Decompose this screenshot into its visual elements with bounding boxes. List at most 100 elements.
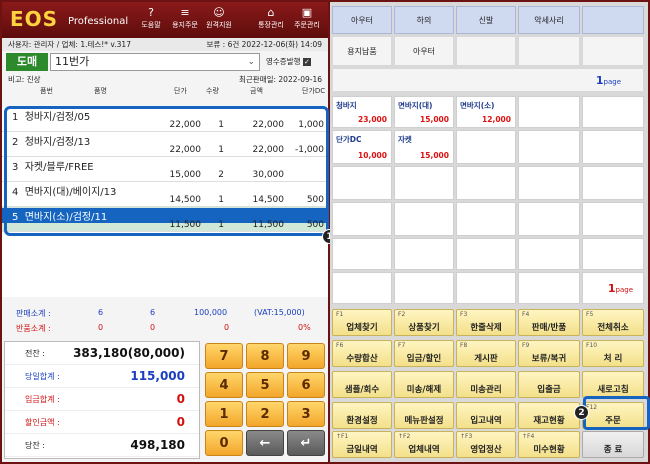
numpad-key-2[interactable]: 2: [246, 401, 284, 427]
function-key-17[interactable]: 메뉴판설정: [394, 402, 454, 429]
table-row-selected[interactable]: 5 면바지(소)/검정/11 11,500 1 11,500 500: [2, 207, 328, 232]
function-key-7[interactable]: F7 입금/할인: [394, 340, 454, 367]
product-cotton-pants-large[interactable]: 면바지(대) 15,000: [394, 96, 454, 128]
product-jeans[interactable]: 청바지 23,000: [332, 96, 392, 128]
category-empty-2[interactable]: [456, 36, 516, 66]
callout-badge-2: 2: [574, 405, 589, 420]
function-key-5[interactable]: F5 전체취소: [582, 309, 644, 336]
category-accessories[interactable]: 악세사리: [518, 6, 580, 34]
product-empty[interactable]: [518, 238, 580, 270]
product-pager[interactable]: 1page: [582, 272, 644, 304]
product-empty[interactable]: [332, 166, 392, 200]
product-empty[interactable]: [394, 202, 454, 236]
numpad-key-9[interactable]: 9: [287, 343, 325, 369]
product-empty[interactable]: [518, 202, 580, 236]
customer-select[interactable]: 11번가 ⌄: [50, 53, 260, 71]
item-qty: 1: [218, 145, 224, 155]
function-key-10[interactable]: F10 처 리: [582, 340, 644, 367]
function-key-8[interactable]: F8 게시판: [456, 340, 516, 367]
receipt-toggle[interactable]: 영수증발행 ✓: [266, 56, 311, 67]
product-empty[interactable]: [582, 166, 644, 200]
table-row[interactable]: 1 청바지/검정/05 22,000 1 22,000 1,000: [2, 107, 328, 132]
function-key-13[interactable]: 미송관리: [456, 371, 516, 398]
category-shoes[interactable]: 신발: [456, 6, 516, 34]
category-bottoms[interactable]: 하의: [394, 6, 454, 34]
product-empty[interactable]: [518, 272, 580, 304]
product-empty[interactable]: [332, 202, 392, 236]
numpad-key-8[interactable]: 8: [246, 343, 284, 369]
product-empty[interactable]: [394, 166, 454, 200]
category-pager[interactable]: 1page: [332, 68, 644, 92]
function-key-24[interactable]: ↑F4 미수현황: [518, 431, 580, 458]
bank-manage-button[interactable]: ⌂ 통장관리: [256, 6, 286, 30]
category-outer-2[interactable]: 아우터: [394, 36, 454, 66]
numpad-key-3[interactable]: 3: [287, 401, 325, 427]
product-empty[interactable]: [456, 130, 516, 164]
product-empty[interactable]: [582, 96, 644, 128]
function-key-16[interactable]: 환경설정: [332, 402, 392, 429]
numpad-key-4[interactable]: 4: [205, 372, 243, 398]
product-empty[interactable]: [518, 166, 580, 200]
sale-mode-button[interactable]: 도매: [6, 53, 48, 71]
item-list[interactable]: 1 청바지/검정/05 22,000 1 22,000 1,000 2 청바지/…: [2, 107, 328, 297]
product-empty[interactable]: [394, 272, 454, 304]
numpad-key-7[interactable]: 7: [205, 343, 243, 369]
numpad-key-6[interactable]: 6: [287, 372, 325, 398]
backspace-key[interactable]: ←: [246, 430, 284, 456]
totals-panel: 전잔 :383,180(80,000) 당일합계 :115,000 입금합계 :…: [4, 341, 200, 459]
product-empty[interactable]: [518, 96, 580, 128]
function-key-12[interactable]: 미송/해제: [394, 371, 454, 398]
function-key-4[interactable]: F4 판매/반품: [518, 309, 580, 336]
product-empty[interactable]: [332, 238, 392, 270]
paper-order-button[interactable]: ≡ 용지주문: [170, 6, 200, 30]
product-price-dc[interactable]: 단가DC 10,000: [332, 130, 392, 164]
table-row[interactable]: 3 자켓/블루/FREE 15,000 2 30,000: [2, 157, 328, 182]
item-dc: -1,000: [294, 145, 324, 155]
table-row[interactable]: 2 청바지/검정/13 22,000 1 22,000 -1,000: [2, 132, 328, 157]
table-row[interactable]: 4 면바지(대)/베이지/13 14,500 1 14,500 500: [2, 182, 328, 207]
function-key-9[interactable]: F9 보류/복귀: [518, 340, 580, 367]
product-empty[interactable]: [394, 238, 454, 270]
function-key-15[interactable]: 새로고침: [582, 371, 644, 398]
product-empty[interactable]: [456, 166, 516, 200]
category-outer[interactable]: 아우터: [332, 6, 392, 34]
order-manage-button[interactable]: ▣ 주문관리: [292, 6, 322, 30]
function-key-23[interactable]: ↑F3 영업정산: [456, 431, 516, 458]
product-empty[interactable]: [518, 130, 580, 164]
function-key-1[interactable]: F1 업체찾기: [332, 309, 392, 336]
category-empty-1[interactable]: [582, 6, 644, 34]
function-key-20[interactable]: F12 주문: [582, 402, 644, 429]
function-key-label: 입고내역: [470, 416, 502, 426]
function-key-11[interactable]: 샘플/회수: [332, 371, 392, 398]
product-empty[interactable]: [456, 272, 516, 304]
product-empty[interactable]: [456, 238, 516, 270]
function-key-19[interactable]: 재고현황: [518, 402, 580, 429]
remote-support-button[interactable]: ☺ 원격지원: [204, 6, 234, 30]
product-empty[interactable]: [582, 130, 644, 164]
function-key-2[interactable]: F2 상품찾기: [394, 309, 454, 336]
function-key-25[interactable]: 종 료: [582, 431, 644, 458]
receipt-checkbox[interactable]: ✓: [302, 58, 311, 66]
function-key-3[interactable]: F3 한줄삭제: [456, 309, 516, 336]
app-window: EOS Professional ? 도움말 ≡ 용지주문 ☺ 원격지원 ⌂ 통장관리 …: [0, 0, 650, 464]
product-empty[interactable]: [332, 272, 392, 304]
category-empty-4[interactable]: [582, 36, 644, 66]
product-empty[interactable]: [456, 202, 516, 236]
numpad-key-5[interactable]: 5: [246, 372, 284, 398]
product-empty[interactable]: [582, 202, 644, 236]
function-key-22[interactable]: ↑F2 업체내역: [394, 431, 454, 458]
function-key-14[interactable]: 입출금: [518, 371, 580, 398]
function-key-18[interactable]: 입고내역: [456, 402, 516, 429]
product-empty[interactable]: [582, 238, 644, 270]
help-button[interactable]: ? 도움말: [136, 6, 166, 30]
summary-bar: 판매소계 : 6 6 100,000 (VAT:15,000) 반품소계 : 0…: [2, 306, 328, 338]
numpad-key-1[interactable]: 1: [205, 401, 243, 427]
function-key-6[interactable]: F6 수량합산: [332, 340, 392, 367]
numpad-key-0[interactable]: 0: [205, 430, 243, 456]
product-jacket[interactable]: 자켓 15,000: [394, 130, 454, 164]
product-cotton-pants-small[interactable]: 면바지(소) 12,000: [456, 96, 516, 128]
category-empty-3[interactable]: [518, 36, 580, 66]
enter-key[interactable]: ↵: [287, 430, 325, 456]
category-paper-delivery[interactable]: 용지납품: [332, 36, 392, 66]
function-key-21[interactable]: ↑F1 금일내역: [332, 431, 392, 458]
